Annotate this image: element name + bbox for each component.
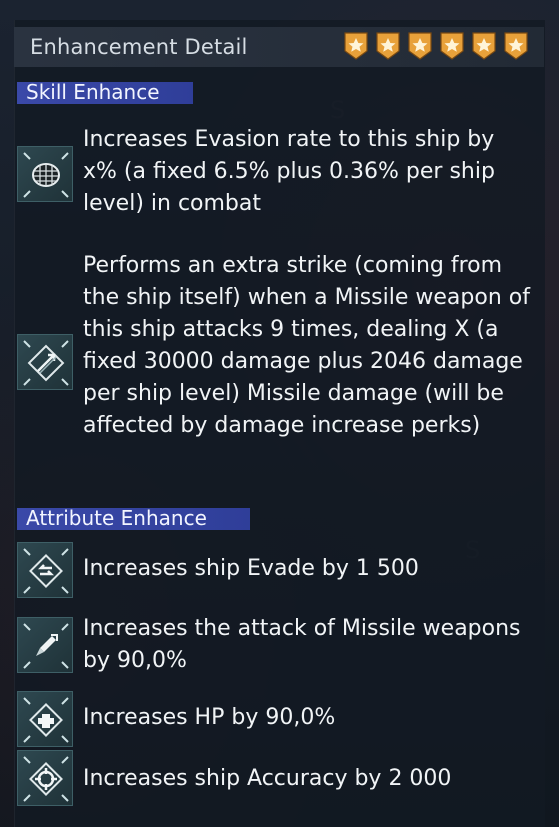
hp-cross-icon [17, 691, 73, 747]
star-icon [502, 31, 530, 61]
attribute-description: Increases the attack of Missile weapons … [83, 616, 521, 673]
skill-enhance-header: Skill Enhance [17, 80, 193, 104]
evasion-net-icon [17, 146, 73, 202]
missile-strike-icon [17, 334, 73, 390]
attribute-enhance-label: Attribute Enhance [26, 506, 207, 530]
accuracy-crosshair-icon [17, 750, 73, 806]
attribute-description: Increases HP by 90,0% [83, 705, 336, 730]
star-icon [342, 31, 370, 61]
star-icon [470, 31, 498, 61]
star-icon [438, 31, 466, 61]
panel-title: Enhancement Detail [30, 35, 248, 59]
skill-description: Performs an extra strike (coming from th… [83, 253, 530, 438]
missile-icon [17, 617, 73, 673]
panel-header: Enhancement Detail [14, 27, 544, 67]
star-icon [406, 31, 434, 61]
skill-description: Increases Evasion rate to this ship by x… [83, 127, 495, 216]
attribute-description: Increases ship Accuracy by 2 000 [83, 766, 452, 791]
star-rating [342, 31, 530, 61]
star-icon [374, 31, 402, 61]
skill-enhance-label: Skill Enhance [26, 80, 160, 104]
attribute-description: Increases ship Evade by 1 500 [83, 556, 419, 581]
evade-arrows-icon [17, 542, 73, 598]
attribute-enhance-header: Attribute Enhance [17, 506, 250, 530]
